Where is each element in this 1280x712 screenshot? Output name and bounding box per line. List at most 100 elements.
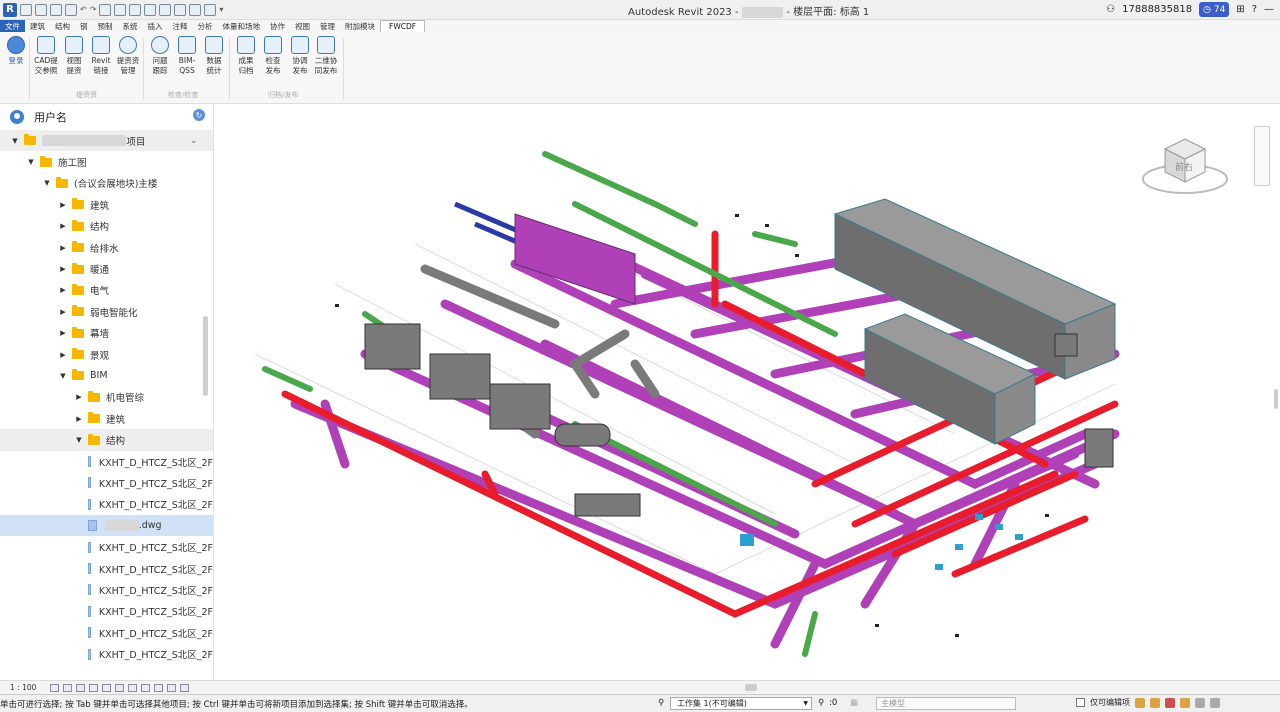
visual-style-icon[interactable]	[63, 683, 73, 692]
redo-icon[interactable]: ↷	[90, 5, 97, 14]
editable-only-checkbox[interactable]	[1076, 698, 1085, 707]
tag-icon[interactable]	[129, 3, 142, 16]
user-icon[interactable]: ⚇	[1106, 4, 1115, 15]
chevron-right-icon[interactable]: ▶	[58, 286, 68, 294]
lock-view-icon[interactable]	[141, 683, 151, 692]
chevron-right-icon[interactable]: ▶	[74, 393, 84, 401]
tab-1[interactable]: 建筑	[25, 20, 50, 32]
refresh-icon[interactable]: ↻	[193, 109, 205, 121]
tree-file-item[interactable]: KXHT_D_HTCZ_S北区_2F	[0, 643, 213, 664]
section-icon[interactable]	[174, 3, 187, 16]
tree-folder-item[interactable]: ▶ 建筑	[0, 194, 213, 215]
sync-icon[interactable]	[65, 3, 77, 16]
select-pinned-icon[interactable]	[1165, 697, 1175, 708]
customize-qat-icon[interactable]: ▾	[219, 5, 223, 14]
tab-8[interactable]: 分析	[193, 20, 218, 32]
chevron-down-icon[interactable]: ▼	[10, 137, 20, 145]
workset-select[interactable]: 工作集 1(不可编辑) ▼	[670, 697, 812, 710]
viewport-scrollbar[interactable]	[1274, 389, 1278, 409]
chevron-down-icon[interactable]: ▼	[74, 436, 84, 444]
tree-file-item[interactable]: KXHT_D_HTCZ_S北区_2F	[0, 601, 213, 622]
collapse-icon[interactable]: ⌄	[190, 136, 198, 146]
tree-file-item[interactable]: KXHT_D_HTCZ_S北区_2F	[0, 451, 213, 472]
tab-9[interactable]: 体量和场地	[218, 20, 266, 32]
tree-folder-item[interactable]: ▼ 结构	[0, 429, 213, 451]
undo-icon[interactable]: ↶	[80, 5, 87, 14]
sun-path-icon[interactable]	[76, 683, 86, 692]
drag-elements-icon[interactable]	[1195, 697, 1205, 708]
cad-reference-button[interactable]: CAD提 交参照	[31, 36, 61, 76]
tab-14[interactable]: FWCDF	[380, 20, 426, 32]
help-icon[interactable]: ?	[1252, 4, 1257, 15]
text-icon[interactable]	[144, 3, 157, 16]
tab-3[interactable]: 钢	[75, 20, 93, 32]
cart-icon[interactable]: ⊞	[1236, 4, 1244, 15]
model-3d-viewport[interactable]: 前右	[215, 104, 1280, 680]
tree-folder-item[interactable]: ▶ 建筑	[0, 408, 213, 429]
chevron-down-icon[interactable]: ▼	[58, 372, 68, 380]
tree-file-item[interactable]: KXHT_D_HTCZ_S北区_2F	[0, 579, 213, 600]
view-cube[interactable]: 前右	[1140, 124, 1230, 204]
tree-folder-item[interactable]: ▶ 弱电智能化	[0, 301, 213, 322]
tab-6[interactable]: 插入	[143, 20, 168, 32]
chevron-right-icon[interactable]: ▶	[58, 201, 68, 209]
shadows-icon[interactable]	[89, 683, 99, 692]
tree-folder-item[interactable]: ▶ 机电管综	[0, 387, 213, 408]
tab-4[interactable]: 预制	[93, 20, 118, 32]
chevron-right-icon[interactable]: ▶	[58, 244, 68, 252]
chevron-down-icon[interactable]: ▼	[26, 158, 36, 166]
horizontal-scrollbar[interactable]	[745, 684, 757, 691]
tab-7[interactable]: 注释	[168, 20, 193, 32]
navigation-bar[interactable]	[1254, 126, 1270, 186]
tree-file-item[interactable]: KXHT_D_HTCZ_S北区_2F	[0, 472, 213, 493]
tree-folder-item[interactable]: ▶ 幕墙	[0, 323, 213, 344]
chevron-right-icon[interactable]: ▶	[74, 415, 84, 423]
temp-hide-icon[interactable]	[154, 683, 164, 692]
select-underlay-icon[interactable]	[1150, 697, 1160, 708]
tab-11[interactable]: 视图	[290, 20, 315, 32]
tab-13[interactable]: 附加模块	[340, 20, 380, 32]
chevron-right-icon[interactable]: ▶	[58, 265, 68, 273]
tree-file-item[interactable]: xxxxxx.dwg	[0, 515, 213, 537]
open-icon[interactable]	[35, 3, 47, 16]
select-by-face-icon[interactable]	[1180, 697, 1190, 708]
tree-file-item[interactable]: KXHT_D_HTCZ_S北区_2F	[0, 494, 213, 515]
sidebar-scrollbar[interactable]	[203, 316, 208, 396]
show-crop-icon[interactable]	[128, 683, 138, 692]
submit-manage-button[interactable]: 提资资 管理	[113, 36, 143, 76]
chevron-right-icon[interactable]: ▶	[58, 222, 68, 230]
worksharing-icon[interactable]	[180, 683, 190, 692]
model-select[interactable]: 主模型	[876, 697, 1016, 710]
data-stats-button[interactable]: 数据 统计	[199, 36, 229, 76]
save-icon[interactable]	[50, 3, 62, 16]
filter-selection-icon[interactable]	[1210, 697, 1220, 708]
revit-logo-icon[interactable]: R	[3, 2, 17, 17]
chevron-right-icon[interactable]: ▶	[58, 329, 68, 337]
tab-10[interactable]: 协作	[265, 20, 290, 32]
tree-folder-item[interactable]: ▶ 电气	[0, 280, 213, 301]
login-button[interactable]: 登录	[1, 36, 31, 66]
render-icon[interactable]	[102, 683, 112, 692]
crop-icon[interactable]	[115, 683, 125, 692]
tab-5[interactable]: 系统	[118, 20, 143, 32]
tree-folder-item[interactable]: ▼ 施工图	[0, 151, 213, 172]
close-views-icon[interactable]	[189, 3, 202, 16]
home-icon[interactable]	[20, 3, 32, 16]
2d-publish-button[interactable]: 二维协 同发布	[311, 36, 341, 76]
worksets-icon[interactable]: ⚲	[658, 698, 664, 708]
detail-level-icon[interactable]	[50, 683, 60, 692]
avatar[interactable]	[10, 110, 24, 124]
tree-folder-item[interactable]: ▶ 暖通	[0, 258, 213, 279]
tree-folder-item[interactable]: ▶ 给排水	[0, 237, 213, 258]
tab-2[interactable]: 结构	[50, 20, 75, 32]
tree-folder-item[interactable]: ▶ 结构	[0, 216, 213, 237]
design-options-icon[interactable]: ⚲	[818, 698, 824, 708]
chevron-right-icon[interactable]: ▶	[58, 308, 68, 316]
measure-icon[interactable]	[114, 3, 127, 16]
tab-12[interactable]: 管理	[315, 20, 340, 32]
notification-badge[interactable]: ◷ 74	[1199, 2, 1230, 17]
tree-folder-item[interactable]: ▼ xxxxxxxxxxxxxxx项目 ⌄	[0, 130, 213, 152]
select-links-icon[interactable]	[1135, 697, 1145, 708]
reveal-hidden-icon[interactable]	[167, 683, 177, 692]
view-scale[interactable]: 1 : 100	[10, 683, 36, 692]
